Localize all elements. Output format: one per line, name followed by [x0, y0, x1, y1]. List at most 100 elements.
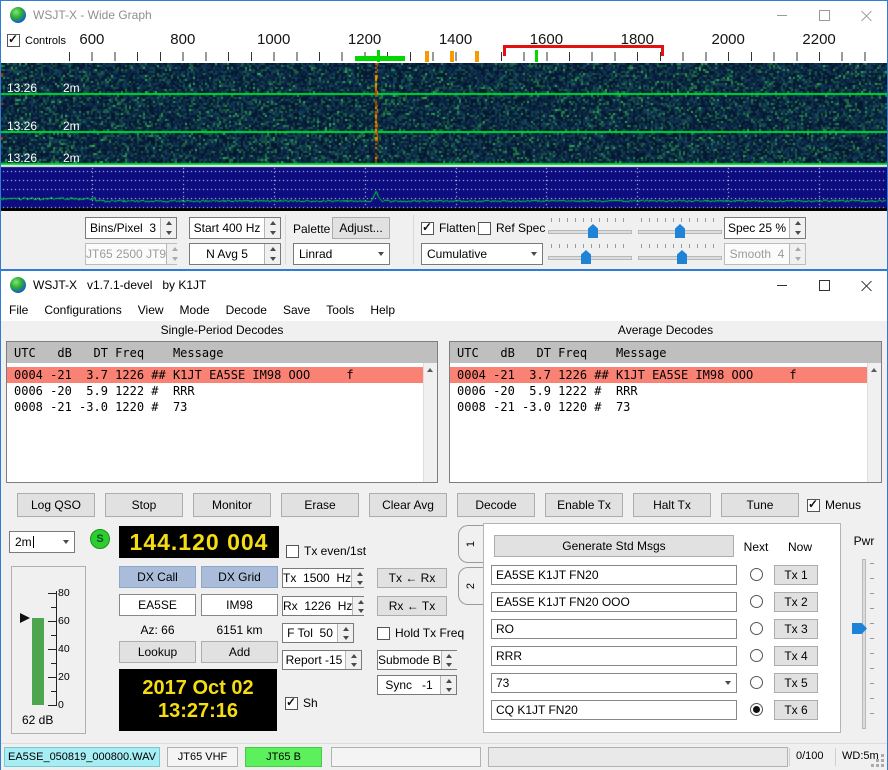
bins-pixel-spinner[interactable]: Bins/Pixel 3 [85, 217, 177, 239]
spinner-arrows[interactable] [352, 597, 368, 615]
rx-from-tx-button[interactable]: Rx ← Tx [377, 596, 447, 616]
minimize-button[interactable] [761, 271, 803, 299]
spinner-arrows[interactable] [789, 218, 805, 238]
dx-grid-field[interactable]: IM98 [201, 594, 278, 616]
gain-slider-1[interactable] [548, 217, 632, 239]
decode-button[interactable]: Decode [457, 493, 535, 517]
hold-tx-freq-checkbox[interactable]: Hold Tx Freq [377, 626, 464, 640]
tx5-next-radio[interactable] [750, 676, 763, 689]
decode-row[interactable]: 0008 -21 -3.0 1220 # 73 [7, 399, 424, 415]
tx-even-checkbox[interactable]: Tx even/1st [286, 544, 366, 558]
tx1-next-radio[interactable] [750, 568, 763, 581]
spinner-arrows[interactable] [789, 244, 805, 264]
menu-tools[interactable]: Tools [318, 299, 362, 321]
tx6-next-radio[interactable] [750, 703, 763, 716]
decode-row[interactable]: 0008 -21 -3.0 1220 # 73 [450, 399, 868, 415]
close-button[interactable] [845, 271, 887, 299]
tx-from-rx-button[interactable]: Tx ← Rx [377, 568, 447, 588]
tx4-next-radio[interactable] [750, 649, 763, 662]
clear-avg-button[interactable]: Clear Avg [369, 493, 447, 517]
sync-spinner[interactable]: Sync -1 [377, 675, 457, 695]
tx4-message-field[interactable]: RRR [491, 646, 737, 666]
maximize-button[interactable] [803, 271, 845, 299]
menu-file[interactable]: File [1, 299, 36, 321]
f-tol-spinner[interactable]: F Tol 50 [282, 623, 354, 643]
dx-call-button[interactable]: DX Call [119, 566, 196, 588]
spinner-arrows[interactable] [264, 218, 280, 238]
tx4-now-button[interactable]: Tx 4 [774, 646, 818, 666]
band-combo[interactable]: 2m [9, 531, 75, 553]
decode-row[interactable]: 0006 -20 5.9 1222 # RRR [7, 383, 424, 399]
pwr-slider-groove[interactable] [862, 559, 866, 729]
tx6-now-button[interactable]: Tx 6 [774, 700, 818, 720]
spinner-arrows[interactable] [440, 676, 456, 694]
tx2-message-field[interactable]: EA5SE K1JT FN20 OOO [491, 592, 737, 612]
smooth-spinner[interactable]: Smooth 4 [724, 243, 806, 265]
dx-call-field[interactable]: EA5SE [119, 594, 196, 616]
menu-decode[interactable]: Decode [218, 299, 275, 321]
slider-handle[interactable] [581, 250, 591, 264]
spinner-arrows[interactable] [160, 218, 176, 238]
close-button[interactable] [845, 1, 887, 29]
minimize-button[interactable] [761, 1, 803, 29]
tx3-message-field[interactable]: RO [491, 619, 737, 639]
tx5-message-combo[interactable]: 73 [491, 673, 737, 693]
spec-percent-spinner[interactable]: Spec 25 % [724, 217, 806, 239]
menu-configurations[interactable]: Configurations [36, 299, 129, 321]
slider-handle[interactable] [675, 224, 685, 238]
spinner-arrows[interactable] [441, 651, 457, 669]
slider-handle[interactable] [588, 224, 598, 238]
tx3-next-radio[interactable] [750, 622, 763, 635]
wide-graph-titlebar[interactable]: WSJT-X - Wide Graph [1, 1, 887, 29]
status-s-button[interactable]: S [90, 529, 110, 549]
decode-row[interactable]: 0004 -21 3.7 1226 ## K1JT EA5SE IM98 OOO… [7, 367, 424, 383]
slider-handle[interactable] [677, 250, 687, 264]
tab-1[interactable]: 1 [458, 525, 484, 563]
tab-2[interactable]: 2 [458, 567, 484, 605]
log-qso-button[interactable]: Log QSO [17, 493, 95, 517]
menus-checkbox[interactable]: Menus [807, 498, 861, 512]
spinner-arrows[interactable] [337, 624, 353, 642]
spinner-arrows[interactable] [166, 244, 182, 264]
add-button[interactable]: Add [201, 641, 278, 663]
flatten-checkbox[interactable]: Flatten [421, 221, 476, 235]
tx2-next-radio[interactable] [750, 595, 763, 608]
tx3-now-button[interactable]: Tx 3 [774, 619, 818, 639]
spinner-arrows[interactable] [351, 569, 367, 587]
spinner-arrows[interactable] [345, 651, 361, 669]
tx-freq-spinner[interactable]: Tx 1500 Hz [282, 568, 364, 588]
zero-slider-2[interactable] [638, 243, 722, 265]
jt65-jt9-split-spinner[interactable]: JT65 2500 JT9 [85, 243, 177, 265]
main-titlebar[interactable]: WSJT-X v1.7.1-devel by K1JT [1, 271, 887, 299]
resize-grip[interactable] [881, 764, 884, 767]
tx6-message-field[interactable]: CQ K1JT FN20 [491, 700, 737, 720]
tx2-now-button[interactable]: Tx 2 [774, 592, 818, 612]
spinner-arrows[interactable] [264, 244, 280, 264]
maximize-button[interactable] [803, 1, 845, 29]
lookup-button[interactable]: Lookup [119, 641, 196, 663]
monitor-button[interactable]: Monitor [193, 493, 271, 517]
menu-help[interactable]: Help [362, 299, 403, 321]
enable-tx-button[interactable]: Enable Tx [545, 493, 623, 517]
submode-spinner[interactable]: Submode B [377, 650, 457, 670]
menu-mode[interactable]: Mode [172, 299, 218, 321]
adjust-button[interactable]: Adjust... [332, 217, 390, 239]
zero-slider-1[interactable] [638, 217, 722, 239]
average-decodes-pane[interactable]: UTC dB DT Freq Message 0004 -21 3.7 1226… [449, 341, 882, 483]
erase-button[interactable]: Erase [281, 493, 359, 517]
palette-combo[interactable]: Linrad [293, 243, 390, 265]
gain-slider-2[interactable] [548, 243, 632, 265]
decode-row[interactable]: 0004 -21 3.7 1226 ## K1JT EA5SE IM98 OOO… [450, 367, 868, 383]
waterfall-display[interactable] [1, 63, 887, 211]
display-mode-combo[interactable]: Cumulative [421, 243, 543, 265]
ref-spec-checkbox[interactable]: Ref Spec [478, 221, 545, 235]
generate-std-msgs-button[interactable]: Generate Std Msgs [494, 535, 734, 557]
n-avg-spinner[interactable]: N Avg 5 [189, 243, 281, 265]
dx-grid-button[interactable]: DX Grid [201, 566, 278, 588]
menu-save[interactable]: Save [275, 299, 318, 321]
tx1-message-field[interactable]: EA5SE K1JT FN20 [491, 565, 737, 585]
scrollbar[interactable] [867, 363, 881, 482]
decode-row[interactable]: 0006 -20 5.9 1222 # RRR [450, 383, 868, 399]
menu-view[interactable]: View [130, 299, 172, 321]
tx1-now-button[interactable]: Tx 1 [774, 565, 818, 585]
